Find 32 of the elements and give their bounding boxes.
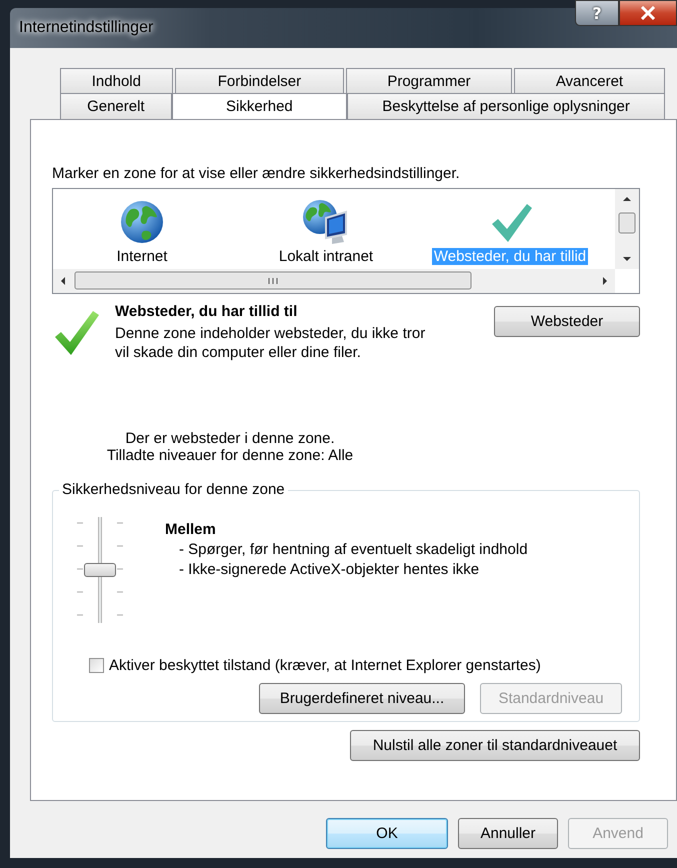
checkmark-icon bbox=[54, 310, 100, 356]
reset-zones-button[interactable]: Nulstil alle zoner til standardniveauet bbox=[350, 730, 640, 761]
tab[interactable]: Avanceret bbox=[514, 68, 666, 93]
cancel-button[interactable]: Annuller bbox=[458, 818, 558, 849]
zone-description: Denne zone indeholder websteder, du ikke tror vil skade din computer eller dine filer. bbox=[115, 324, 426, 362]
horizontal-scrollbar[interactable] bbox=[53, 269, 615, 293]
globe-icon bbox=[118, 198, 166, 246]
slider-thumb[interactable] bbox=[84, 563, 116, 577]
vertical-scrollbar[interactable] bbox=[615, 189, 639, 269]
checkbox[interactable] bbox=[89, 658, 104, 673]
tab[interactable]: Generelt bbox=[60, 93, 172, 119]
window-title: Internetindstillinger bbox=[19, 19, 154, 37]
ok-button[interactable]: OK bbox=[326, 818, 448, 849]
tab[interactable]: Sikkerhed bbox=[172, 93, 348, 119]
close-icon bbox=[640, 6, 656, 20]
allowed-levels: Tilladte niveauer for denne zone: Alle bbox=[106, 447, 354, 464]
instruction-text: Marker en zone for at vise eller ændre sikkerhedsindstillinger. bbox=[52, 165, 461, 182]
custom-level-button[interactable]: Brugerdefineret niveau... bbox=[259, 683, 465, 714]
tab[interactable]: Indhold bbox=[60, 68, 173, 93]
sites-button[interactable]: Websteder bbox=[494, 306, 640, 337]
zone-title: Websteder, du har tillid til bbox=[115, 303, 298, 320]
zone-item[interactable]: Internet bbox=[114, 248, 170, 265]
checkbox-label[interactable]: Aktiver beskyttet tilstand (kræver, at Internet Explorer genstartes) bbox=[109, 657, 541, 674]
tab[interactable]: Beskyttelse af personlige oplysninger bbox=[347, 93, 665, 119]
level-detail: - Ikke-signerede ActiveX-objekter hentes ikke bbox=[178, 560, 480, 580]
tab[interactable]: Forbindelser bbox=[174, 68, 344, 93]
zone-status: Der er websteder i denne zone. bbox=[125, 430, 335, 447]
tab[interactable]: Programmer bbox=[346, 68, 512, 93]
close-button[interactable] bbox=[619, 0, 677, 26]
level-detail: - Spørger, før hentning af eventuelt skadeligt indhold bbox=[178, 540, 528, 560]
level-name: Mellem bbox=[165, 520, 217, 540]
zone-item[interactable]: Lokalt intranet bbox=[276, 248, 376, 265]
